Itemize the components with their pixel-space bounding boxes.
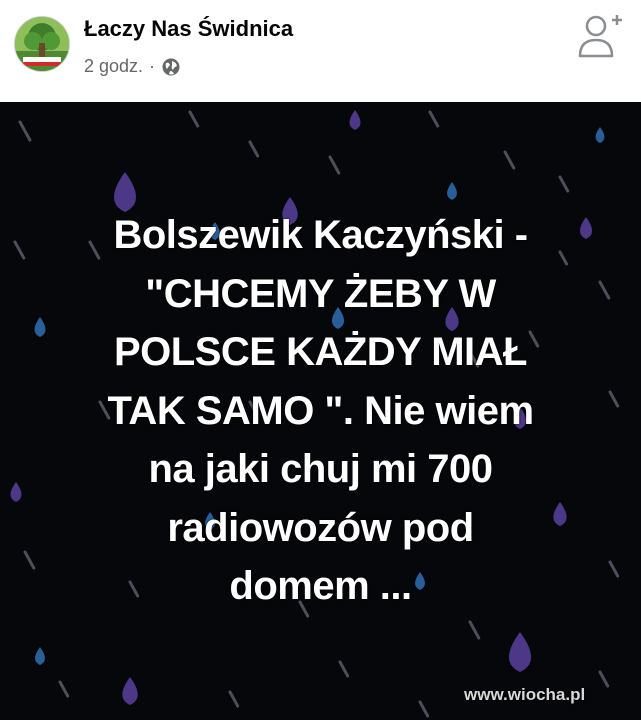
rain-streak bbox=[598, 670, 610, 688]
raindrop-icon bbox=[35, 647, 45, 665]
rain-streak bbox=[188, 110, 200, 128]
rain-streak bbox=[328, 155, 341, 175]
post-header: Łaczy Nas Świdnica 2 godz. · bbox=[0, 0, 641, 102]
post-image-text: Bolszewik Kaczyński - "CHCEMY ŻEBY W POL… bbox=[107, 213, 534, 608]
rain-streak bbox=[468, 620, 481, 640]
rain-streak bbox=[608, 390, 620, 408]
rain-streak bbox=[18, 120, 32, 142]
tree-logo-icon bbox=[15, 17, 69, 71]
page-avatar[interactable] bbox=[14, 16, 70, 72]
post-meta: 2 godz. · bbox=[84, 56, 181, 77]
rain-streak bbox=[418, 700, 430, 718]
page-name-link[interactable]: Łaczy Nas Świdnica bbox=[84, 16, 293, 42]
rain-streak bbox=[558, 175, 570, 193]
rain-streak bbox=[13, 240, 26, 260]
rain-streak bbox=[608, 560, 620, 578]
rain-streak bbox=[58, 680, 70, 698]
raindrop-icon bbox=[509, 632, 531, 672]
rain-streak bbox=[428, 110, 440, 128]
rain-streak bbox=[248, 140, 260, 158]
globe-icon bbox=[161, 57, 181, 77]
watermark: www.wiocha.pl bbox=[464, 685, 586, 704]
rain-streak bbox=[338, 660, 350, 678]
rain-streak bbox=[228, 690, 240, 708]
raindrop-icon bbox=[122, 677, 138, 705]
raindrop-icon bbox=[447, 182, 457, 200]
raindrop-icon bbox=[10, 482, 22, 502]
post-time[interactable]: 2 godz. bbox=[84, 56, 143, 77]
add-friend-icon bbox=[578, 15, 622, 58]
meta-separator: · bbox=[149, 56, 156, 76]
add-friend-button[interactable] bbox=[576, 10, 624, 60]
raindrop-icon bbox=[349, 110, 361, 130]
post-image[interactable]: Bolszewik Kaczyński - "CHCEMY ŻEBY W POL… bbox=[0, 102, 641, 720]
raindrop-icon bbox=[595, 127, 605, 143]
rain-streak bbox=[503, 150, 516, 170]
